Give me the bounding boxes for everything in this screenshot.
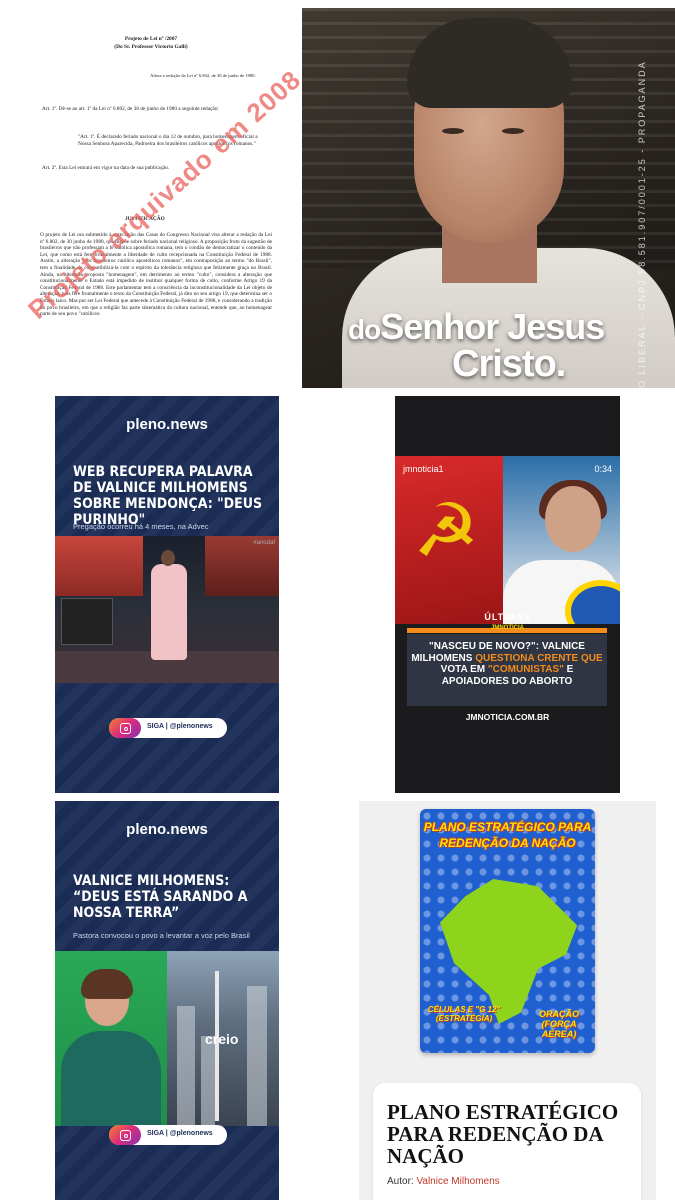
document-art2: Art. 2º. Esta Lei entrará em vigor na da… <box>42 165 170 171</box>
follow-label: SIGA | @plenonews <box>147 723 213 730</box>
document-ementa: Altera a redação da Lei nº 6.802, de 30 … <box>150 73 256 78</box>
preacher-dress <box>151 564 187 660</box>
pastor-hair <box>81 969 133 999</box>
document-author: (Do Sr. Professor Victorio Galli) <box>114 44 188 50</box>
law-document-image: Projeto de Lei nº /2007 (Do Sr. Professo… <box>0 8 302 388</box>
title-text: VOTA EM <box>440 664 488 675</box>
stage-screen <box>55 536 143 596</box>
video-thumbnail: ☭ <box>395 456 620 624</box>
plenonews-logo: pleno.news <box>55 821 279 838</box>
pastor-body <box>61 1031 161 1126</box>
document-header: Projeto de Lei nº /2007 <box>124 36 178 42</box>
instagram-follow-badge[interactable]: SIGA | @plenonews <box>109 1125 227 1145</box>
keyboard-stand <box>61 598 113 645</box>
woman-face <box>545 486 601 552</box>
title-highlight: QUESTIONA CRENTE QUE <box>475 652 603 664</box>
title-highlight: "COMUNISTAS" <box>487 664 564 675</box>
post-photo: #anodaf <box>55 536 279 683</box>
caption-small: do <box>348 314 381 345</box>
post-photo: creio <box>55 951 279 1126</box>
speaker-eye <box>442 128 464 134</box>
section-label: ÚLTIMAS <box>484 612 531 622</box>
jmnoticia-video-post[interactable]: ☭ jmnoticia1 0:34 ÚLTIMAS JMNOTÍCIA "NAS… <box>395 396 620 793</box>
jmnoticia-logo: JMNOTÍCIA <box>491 625 524 631</box>
building <box>247 986 267 1126</box>
logo-text: pleno <box>126 821 167 838</box>
vertical-disclaimer: O LIBERAL - CNPJ 58.581.907/0001-25 - PR… <box>637 60 647 388</box>
book-author: Autor: Valnice Milhomens <box>387 1176 500 1187</box>
video-frame-speaker: O LIBERAL - CNPJ 58.581.907/0001-25 - PR… <box>302 8 675 388</box>
book-cover[interactable]: PLANO ESTRATÉGICO PARA REDENÇÃO DA NAÇÃO… <box>420 809 595 1053</box>
plenonews-post-1[interactable]: pleno.news WEB RECUPERA PALAVRA DE VALNI… <box>55 396 279 793</box>
book-listing[interactable]: PLANO ESTRATÉGICO PARA REDENÇÃO DA NAÇÃO… <box>359 801 656 1200</box>
post-headline: WEB RECUPERA PALAVRA DE VALNICE MILHOMEN… <box>73 464 263 528</box>
instagram-icon <box>109 718 141 738</box>
post-headline: VALNICE MILHOMENS: “DEUS ESTÁ SARANDO A … <box>73 873 248 921</box>
photo-hashtag: #anodaf <box>253 540 275 546</box>
photo-overlay-text: creio <box>205 1031 239 1047</box>
author-name[interactable]: Valnice Milhomens <box>416 1176 499 1187</box>
preacher-figure <box>149 550 189 678</box>
logo-text: pleno <box>126 416 167 433</box>
post-subtitle: Pastora convocou o povo a levantar a voz… <box>73 931 250 940</box>
instagram-icon <box>109 1125 141 1145</box>
logo-text-end: news <box>170 416 208 433</box>
site-url[interactable]: JMNOTICIA.COM.BR <box>395 712 620 722</box>
caption-main: Senhor Jesus <box>380 306 605 347</box>
plenonews-post-2[interactable]: pleno.news VALNICE MILHOMENS: “DEUS ESTÁ… <box>55 801 279 1200</box>
speaker-eye <box>502 128 524 134</box>
cover-label-right: ORAÇÃO (FORÇA AÉREA) <box>539 1009 579 1039</box>
cover-title: PLANO ESTRATÉGICO PARA REDENÇÃO DA NAÇÃO <box>423 820 592 850</box>
author-label: Autor: <box>387 1176 417 1187</box>
building <box>177 1006 195 1126</box>
news-title: "NASCEU DE NOVO?": VALNICE MILHOMENS QUE… <box>407 641 607 687</box>
hammer-sickle-icon: ☭ <box>413 488 480 574</box>
video-username[interactable]: jmnoticia1 <box>403 464 444 474</box>
plenonews-logo: pleno.news <box>55 416 279 433</box>
speaker-hair <box>407 18 572 108</box>
video-duration: 0:34 <box>594 464 612 474</box>
follow-label: SIGA | @plenonews <box>147 1130 213 1137</box>
video-caption-line1: doSenhor Jesus <box>348 306 605 348</box>
logo-text-end: news <box>170 821 208 838</box>
book-title[interactable]: PLANO ESTRATÉGICO PARA REDENÇÃO DA NAÇÃO <box>387 1101 627 1167</box>
preacher-head <box>161 550 175 566</box>
building <box>201 1036 215 1126</box>
post-subtitle: Pregação ocorreu há 4 meses, na Advec <box>73 522 209 531</box>
instagram-follow-badge[interactable]: SIGA | @plenonews <box>109 718 227 738</box>
cover-label-left: CÉLULAS E "G 12" (ESTRATÉGIA) <box>427 1005 501 1023</box>
video-caption-line2: Cristo. <box>452 343 566 385</box>
